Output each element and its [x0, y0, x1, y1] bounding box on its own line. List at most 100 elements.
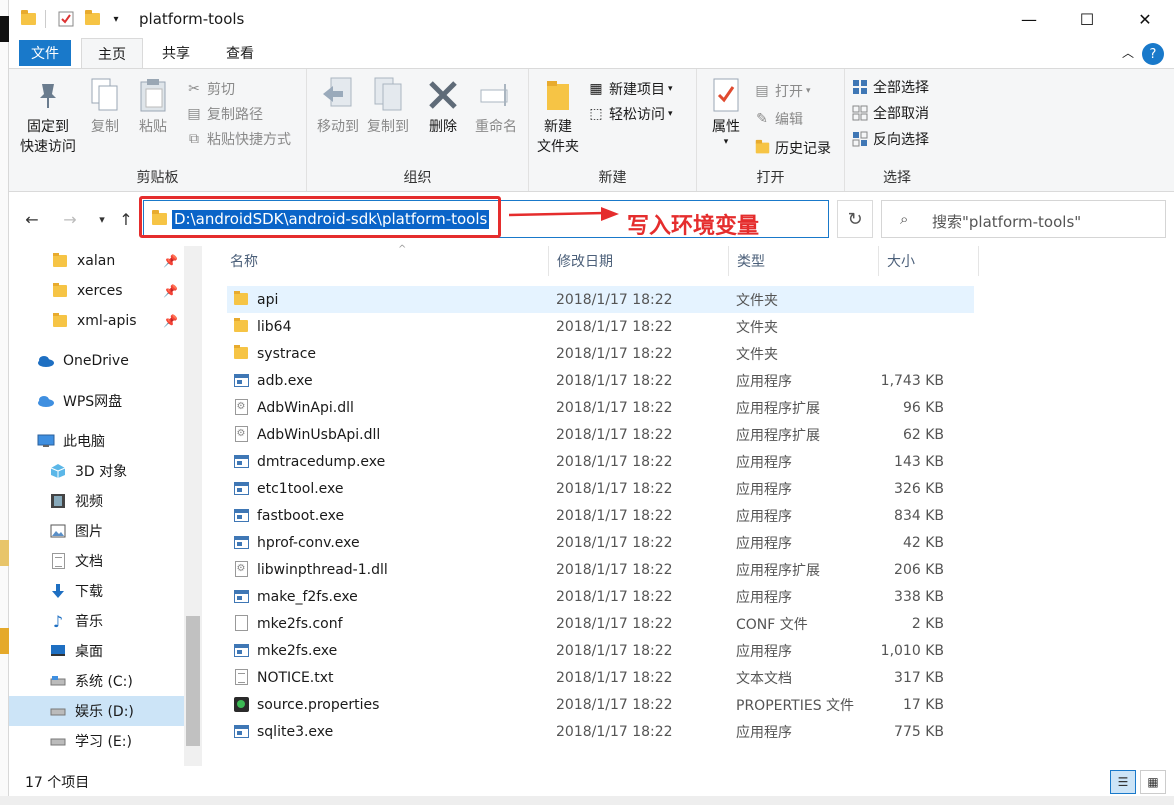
select-all-button[interactable]: 全部选择	[851, 75, 929, 99]
edit-button[interactable]: ✎ 编辑	[753, 107, 803, 131]
close-button[interactable]: ✕	[1116, 0, 1174, 38]
nav-item-documents[interactable]: 文档	[9, 546, 184, 576]
nav-item-drive-d[interactable]: 娱乐 (D:)	[9, 696, 184, 726]
open-button[interactable]: ▤ 打开 ▾	[753, 79, 810, 103]
nav-item-downloads[interactable]: 下载	[9, 576, 184, 606]
file-row[interactable]: etc1tool.exe 2018/1/17 18:22 应用程序 326 KB	[227, 475, 974, 502]
recent-locations-chevron-icon[interactable]: ▾	[89, 206, 115, 232]
new-item-button[interactable]: ▦ 新建项目 ▾	[587, 77, 672, 101]
move-to-button[interactable]: 移动到	[315, 75, 361, 137]
file-row[interactable]: lib64 2018/1/17 18:22 文件夹	[227, 313, 974, 340]
scrollbar-thumb[interactable]	[186, 616, 200, 746]
file-row[interactable]: NOTICE.txt 2018/1/17 18:22 文本文档 317 KB	[227, 664, 974, 691]
new-folder-button[interactable]: 新建 文件夹	[535, 75, 581, 157]
file-type: 应用程序	[736, 508, 792, 525]
new-folder-quick-icon[interactable]	[81, 8, 103, 30]
copy-path-button[interactable]: ▤ 复制路径	[185, 102, 263, 126]
paste-button[interactable]: 粘贴	[133, 75, 173, 137]
help-button[interactable]: ?	[1142, 43, 1164, 65]
file-row[interactable]: sqlite3.exe 2018/1/17 18:22 应用程序 775 KB	[227, 718, 974, 745]
search-box[interactable]: ⌕ 搜索"platform-tools"	[881, 200, 1166, 238]
file-row[interactable]: hprof-conv.exe 2018/1/17 18:22 应用程序 42 KB	[227, 529, 974, 556]
file-row[interactable]: libwinpthread-1.dll 2018/1/17 18:22 应用程序扩展…	[227, 556, 974, 583]
file-row[interactable]: api 2018/1/17 18:22 文件夹	[227, 286, 974, 313]
file-row[interactable]: source.properties 2018/1/17 18:22 PROPERTI…	[227, 691, 974, 718]
copy-to-label: 复制到	[367, 119, 409, 135]
nav-item-pictures[interactable]: 图片	[9, 516, 184, 546]
delete-x-icon	[425, 75, 461, 115]
forward-arrow-icon[interactable]: →	[57, 206, 83, 232]
cut-button[interactable]: ✂ 剪切	[185, 77, 235, 101]
file-explorer-window: ▾ platform-tools — ☐ ✕ 文件 主页 共享 查看 ︿ ? 固…	[0, 0, 1174, 805]
file-row[interactable]: fastboot.exe 2018/1/17 18:22 应用程序 834 KB	[227, 502, 974, 529]
file-row[interactable]: make_f2fs.exe 2018/1/17 18:22 应用程序 338 KB	[227, 583, 974, 610]
rename-button[interactable]: 重命名	[471, 75, 521, 137]
view-toggle: ☰ ▦	[1110, 770, 1166, 794]
back-arrow-icon[interactable]: ←	[19, 206, 45, 232]
music-icon: ♪	[52, 611, 64, 631]
document-icon	[233, 615, 249, 631]
nav-item-drive-c[interactable]: 系统 (C:)	[9, 666, 184, 696]
maximize-button[interactable]: ☐	[1058, 0, 1116, 38]
nav-item-label: 3D 对象	[75, 464, 128, 480]
tab-view[interactable]: 查看	[215, 38, 265, 68]
new-item-icon: ▦	[589, 81, 603, 97]
refresh-icon[interactable]: ↻	[837, 200, 873, 238]
nav-item-drive-e[interactable]: 学习 (E:)	[9, 726, 184, 756]
organize-group: 移动到 复制到 删除 重命名 组织	[307, 69, 529, 191]
navigation-pane: xalan 📌 xerces 📌 xml-apis 📌 OneDrive WPS…	[9, 246, 184, 766]
column-header-type[interactable]: 类型	[729, 246, 879, 276]
details-view-icon[interactable]: ☰	[1110, 770, 1136, 794]
column-header-name[interactable]: 名称 ^	[222, 244, 549, 276]
column-header-row: 名称 ^ 修改日期 类型 大小	[222, 244, 982, 276]
file-row[interactable]: mke2fs.conf 2018/1/17 18:22 CONF 文件 2 KB	[227, 610, 974, 637]
delete-button[interactable]: 删除	[423, 75, 463, 137]
nav-item-desktop[interactable]: 桌面	[9, 636, 184, 666]
properties-check-icon[interactable]	[55, 8, 77, 30]
copy-button[interactable]: 复制	[85, 75, 125, 137]
nav-item-videos[interactable]: 视频	[9, 486, 184, 516]
tab-share[interactable]: 共享	[151, 38, 201, 68]
file-row[interactable]: dmtracedump.exe 2018/1/17 18:22 应用程序 143 KB	[227, 448, 974, 475]
minimize-button[interactable]: —	[1000, 0, 1058, 38]
file-row[interactable]: adb.exe 2018/1/17 18:22 应用程序 1,743 KB	[227, 367, 974, 394]
invert-selection-button[interactable]: 反向选择	[851, 127, 929, 151]
easy-access-button[interactable]: ⬚ 轻松访问 ▾	[587, 102, 672, 126]
paste-shortcut-button[interactable]: ⧉ 粘贴快捷方式	[185, 127, 291, 151]
large-icons-view-icon[interactable]: ▦	[1140, 770, 1166, 794]
pin-quick-access-button[interactable]: 固定到 快速访问	[17, 75, 79, 157]
pin-icon: 📌	[163, 284, 178, 298]
nav-item-wps[interactable]: WPS网盘	[9, 386, 184, 416]
file-row[interactable]: AdbWinUsbApi.dll 2018/1/17 18:22 应用程序扩展 62 …	[227, 421, 974, 448]
nav-item-3d-objects[interactable]: 3D 对象	[9, 456, 184, 486]
up-arrow-icon[interactable]: ↑	[113, 206, 139, 232]
nav-item-onedrive[interactable]: OneDrive	[9, 346, 184, 376]
history-button[interactable]: 历史记录	[753, 136, 831, 160]
file-row[interactable]: mke2fs.exe 2018/1/17 18:22 应用程序 1,010 KB	[227, 637, 974, 664]
nav-item-music[interactable]: ♪ 音乐	[9, 606, 184, 636]
annotation-arrow-icon	[509, 207, 619, 221]
copy-to-button[interactable]: 复制到	[363, 75, 413, 137]
navigation-pane-scrollbar[interactable]	[184, 246, 202, 766]
nav-item-xerces[interactable]: xerces 📌	[9, 276, 184, 306]
nav-item-this-pc[interactable]: 此电脑	[9, 426, 184, 456]
nav-item-xalan[interactable]: xalan 📌	[9, 246, 184, 276]
annotation-text: 写入环境变量	[627, 214, 760, 239]
nav-item-xml-apis[interactable]: xml-apis 📌	[9, 306, 184, 336]
file-row[interactable]: systrace 2018/1/17 18:22 文件夹	[227, 340, 974, 367]
clipboard-group: 固定到 快速访问 复制 粘贴 ✂ 剪切 ▤ 复制路径 ⧉ 粘贴快捷方式 剪贴板	[9, 69, 307, 191]
navigation-bar: ← → ▾ ↑ D:\androidSDK\android-sdk\platfo…	[9, 192, 1174, 246]
select-none-button[interactable]: 全部取消	[851, 101, 929, 125]
tab-file[interactable]: 文件	[19, 40, 71, 66]
column-header-date[interactable]: 修改日期	[549, 246, 729, 276]
properties-button[interactable]: 属性 ▾	[703, 75, 749, 147]
open-group: 属性 ▾ ▤ 打开 ▾ ✎ 编辑 历史记录 打开	[697, 69, 845, 191]
ribbon-collapse-icon[interactable]: ︿	[1122, 44, 1134, 61]
column-header-size[interactable]: 大小	[879, 246, 979, 276]
file-row[interactable]: AdbWinApi.dll 2018/1/17 18:22 应用程序扩展 96 KB	[227, 394, 974, 421]
folder-icon	[51, 253, 69, 269]
qat-dropdown-icon[interactable]: ▾	[105, 8, 127, 30]
file-date: 2018/1/17 18:22	[556, 696, 673, 713]
rename-icon	[478, 75, 514, 115]
tab-home[interactable]: 主页	[81, 38, 143, 69]
